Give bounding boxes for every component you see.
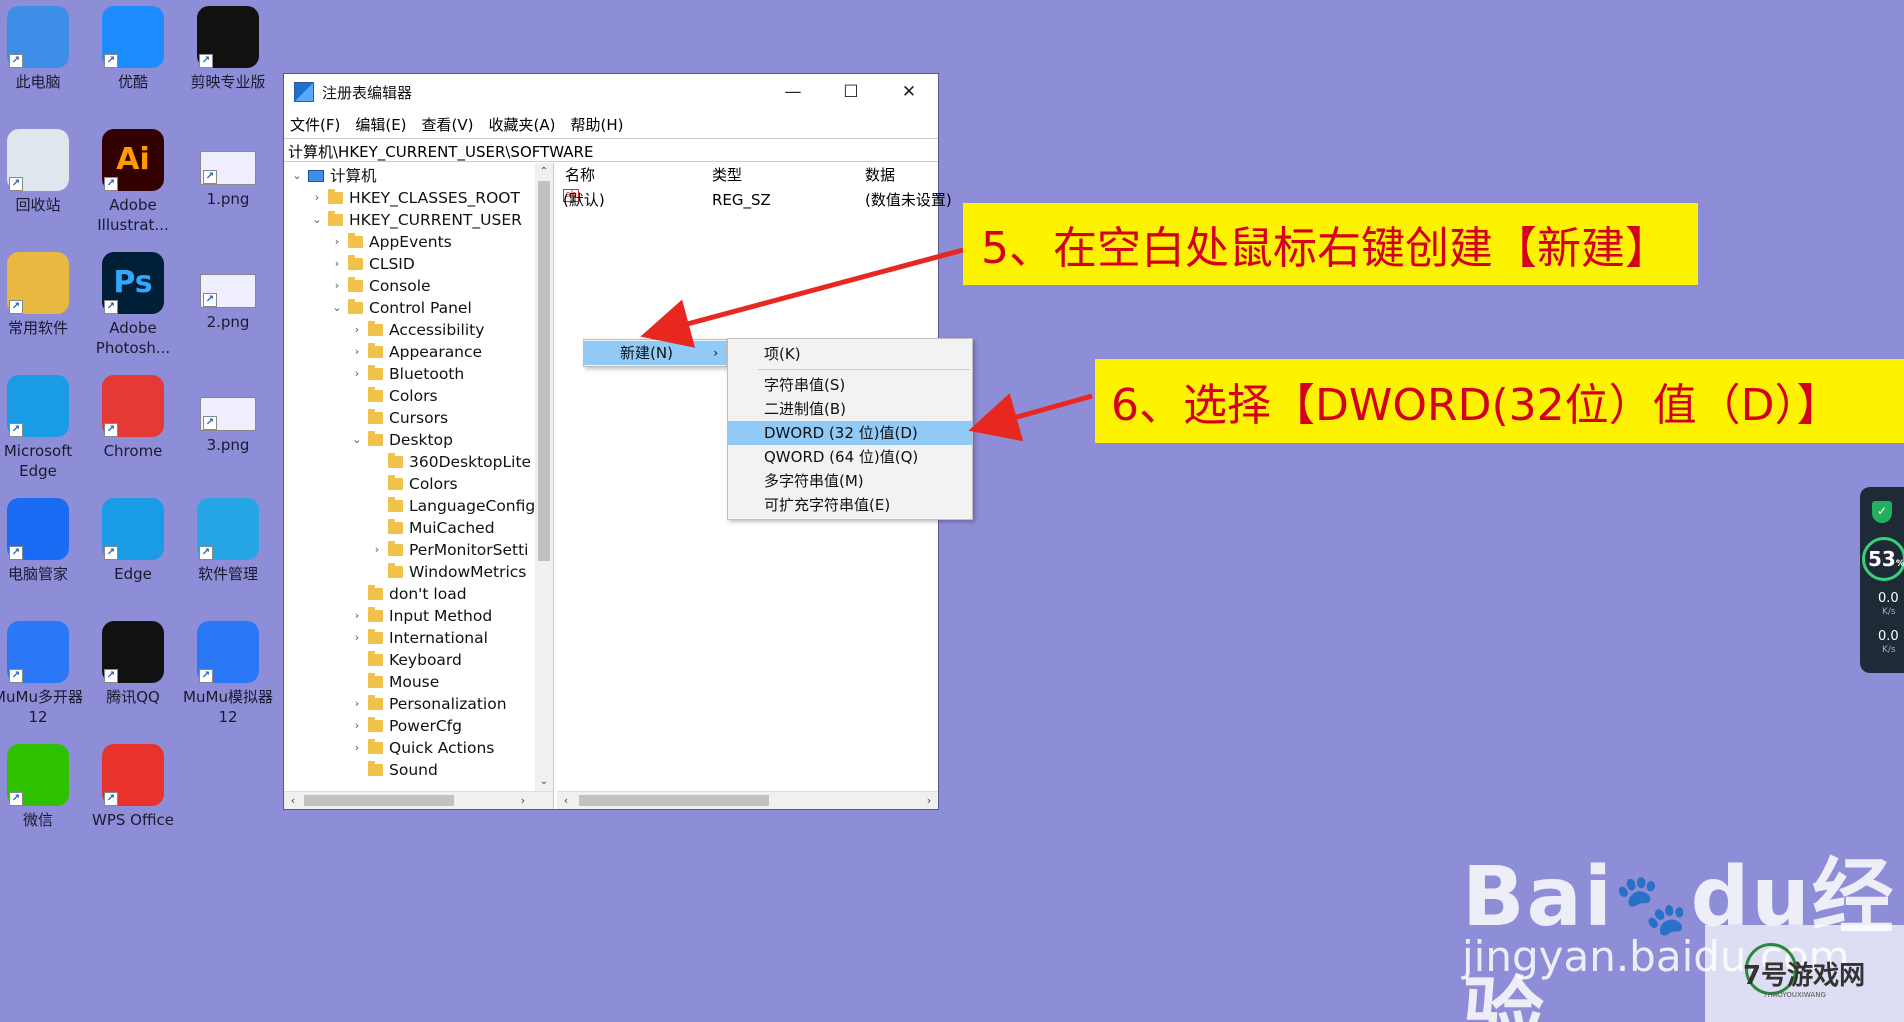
callout-step6: 6、选择【DWORD(32位）值（D）】 [1095, 359, 1904, 443]
network-speed-widget[interactable]: ✓ 53% 0.0 K/s 0.0 K/s [1860, 487, 1904, 673]
percent-unit: % [1895, 559, 1904, 569]
download-unit: K/s [1882, 645, 1896, 655]
badge-text: 7号游戏网 [1743, 961, 1866, 991]
upload-speed: 0.0 [1878, 591, 1899, 606]
badge-subtext: 7HAOYOUXIWANG [1763, 991, 1826, 999]
baidu-paw-icon: 🐾 [1613, 870, 1691, 940]
cpu-percent: 53% [1868, 547, 1904, 571]
arrow-step6 [968, 393, 1093, 442]
download-speed: 0.0 [1878, 629, 1899, 644]
percent-value: 53 [1868, 547, 1896, 571]
callout-step5: 5、在空白处鼠标右键创建【新建】 [963, 203, 1698, 285]
watermark-brand: Bai [1462, 850, 1614, 945]
shield-check-icon: ✓ [1872, 501, 1892, 523]
arrow-step5 [640, 247, 964, 348]
upload-unit: K/s [1882, 607, 1896, 617]
site-badge: 7号游戏网 7HAOYOUXIWANG [1705, 925, 1904, 1022]
